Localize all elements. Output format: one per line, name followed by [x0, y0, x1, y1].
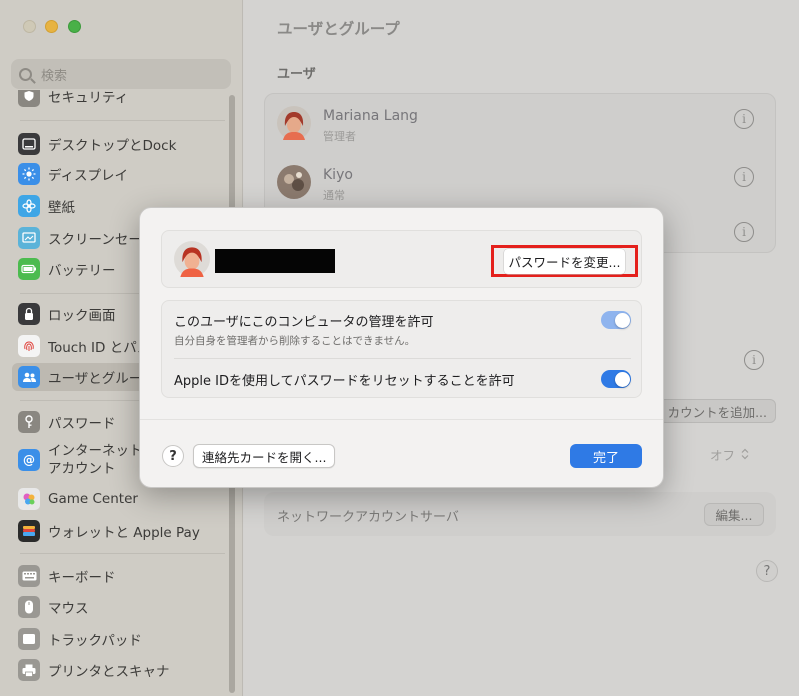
sidebar-item-label: 壁紙: [48, 200, 75, 216]
chevron-updown-icon: [741, 448, 749, 460]
user-role: 管理者: [323, 130, 356, 143]
sidebar-item-mouse[interactable]: マウス: [12, 593, 228, 621]
keyboard-icon: [18, 565, 40, 587]
at-icon: @: [18, 449, 40, 471]
sidebar-item-printers[interactable]: プリンタとスキャナ: [12, 656, 228, 684]
dialog-options-panel: このユーザにこのコンピュータの管理を許可 自分自身を管理者から削除することはでき…: [161, 300, 642, 398]
network-account-server-row: ネットワークアカウントサーバ 編集...: [264, 492, 776, 536]
sidebar-item-label: キーボード: [48, 570, 116, 586]
sidebar-item-label: Game Center: [48, 491, 138, 507]
info-icon[interactable]: i: [734, 167, 754, 187]
sidebar-item-game-center[interactable]: Game Center: [12, 485, 228, 513]
mouse-icon: [18, 596, 40, 618]
info-icon[interactable]: i: [734, 109, 754, 129]
users-icon: [18, 366, 40, 388]
help-button[interactable]: ?: [756, 560, 778, 582]
users-section-heading: ユーザ: [277, 67, 316, 82]
settings-window: 検索 セキュリティ デスクトップとDock ディスプレイ 壁紙 スクリーンセーバ…: [0, 0, 799, 696]
change-password-button[interactable]: パスワードを変更...: [503, 248, 626, 274]
user-row[interactable]: Mariana Lang 管理者 i: [277, 97, 765, 147]
sidebar-item-keyboard[interactable]: キーボード: [12, 562, 228, 590]
sidebar-item-label: トラックパッド: [48, 633, 142, 649]
sidebar-item-label-line2: アカウント: [48, 461, 116, 477]
sidebar-item-label: バッテリー: [48, 263, 116, 279]
lock-icon: [18, 303, 40, 325]
dialog-user-header: パスワードを変更...: [161, 230, 642, 288]
search-input[interactable]: 検索: [11, 59, 231, 89]
user-name: Mariana Lang: [323, 108, 418, 124]
wallet-icon: [18, 520, 40, 542]
sidebar-item-label: ウォレットと Apple Pay: [48, 525, 200, 541]
edit-button[interactable]: 編集...: [704, 503, 764, 526]
window-zoom-button[interactable]: [68, 20, 81, 33]
add-account-button[interactable]: カウントを追加...: [659, 399, 776, 423]
battery-icon: [18, 258, 40, 280]
appleid-option-row: Apple IDを使用してパスワードをリセットすることを許可: [174, 358, 631, 398]
sidebar-item-desktop-dock[interactable]: デスクトップとDock: [12, 130, 228, 158]
sidebar-item-trackpad[interactable]: トラックパッド: [12, 625, 228, 653]
highlight-box: パスワードを変更...: [491, 245, 638, 277]
page-title: ユーザとグループ: [277, 20, 400, 38]
open-contact-card-button[interactable]: 連絡先カードを開く...: [193, 444, 336, 468]
admin-option-label: このユーザにこのコンピュータの管理を許可: [174, 315, 434, 330]
done-button[interactable]: 完了: [570, 444, 642, 468]
sidebar-divider: [20, 553, 225, 554]
user-photo-avatar: [277, 165, 311, 199]
screensaver-icon: [18, 227, 40, 249]
help-button[interactable]: ?: [162, 445, 184, 467]
search-icon: [19, 67, 32, 81]
fingerprint-icon: [18, 335, 40, 357]
off-select-value: オフ: [710, 447, 736, 463]
sidebar-item-displays[interactable]: ディスプレイ: [12, 160, 228, 188]
admin-toggle[interactable]: [601, 311, 631, 329]
sidebar-item-security[interactable]: セキュリティ: [12, 90, 228, 110]
sidebar-item-label: ロック画面: [48, 308, 116, 324]
window-minimize-button[interactable]: [45, 20, 58, 33]
network-account-server-label: ネットワークアカウントサーバ: [277, 510, 459, 525]
sidebar-item-label: パスワード: [48, 416, 116, 432]
sidebar-divider: [20, 120, 225, 121]
admin-option-sublabel: 自分自身を管理者から削除することはできません。: [174, 335, 416, 347]
sidebar-item-wallet[interactable]: ウォレットと Apple Pay: [12, 517, 228, 545]
divider: [140, 419, 663, 420]
admin-option-row: このユーザにこのコンピュータの管理を許可 自分自身を管理者から削除することはでき…: [174, 309, 631, 357]
window-close-button[interactable]: [23, 20, 36, 33]
search-placeholder: 検索: [41, 68, 68, 84]
sidebar-item-label: インターネット: [48, 443, 143, 459]
user-name: Kiyo: [323, 167, 353, 183]
user-role: 通常: [323, 189, 345, 202]
dock-icon: [18, 133, 40, 155]
sidebar-item-label: セキュリティ: [48, 90, 129, 106]
redacted-user-name: [215, 249, 335, 273]
info-icon[interactable]: i: [734, 222, 754, 242]
memoji-avatar: [277, 106, 311, 140]
appleid-option-label: Apple IDを使用してパスワードをリセットすることを許可: [174, 374, 515, 389]
trackpad-icon: [18, 628, 40, 650]
sidebar-item-label: デスクトップとDock: [48, 138, 177, 154]
sidebar-item-label: プリンタとスキャナ: [48, 664, 170, 680]
key-icon: [18, 411, 40, 433]
info-icon[interactable]: i: [744, 350, 764, 370]
sun-icon: [18, 163, 40, 185]
printer-icon: [18, 659, 40, 681]
appleid-reset-toggle[interactable]: [601, 370, 631, 388]
shield-icon: [18, 90, 40, 107]
sidebar-item-label: マウス: [48, 601, 89, 617]
sidebar-item-label: ディスプレイ: [48, 168, 129, 184]
user-row[interactable]: Kiyo 通常 i: [277, 156, 765, 206]
user-details-dialog: パスワードを変更... このユーザにこのコンピュータの管理を許可 自分自身を管理…: [139, 207, 664, 488]
flower-icon: [18, 195, 40, 217]
game-center-icon: [18, 488, 40, 510]
off-select[interactable]: オフ: [710, 444, 749, 464]
memoji-avatar: [174, 241, 210, 277]
